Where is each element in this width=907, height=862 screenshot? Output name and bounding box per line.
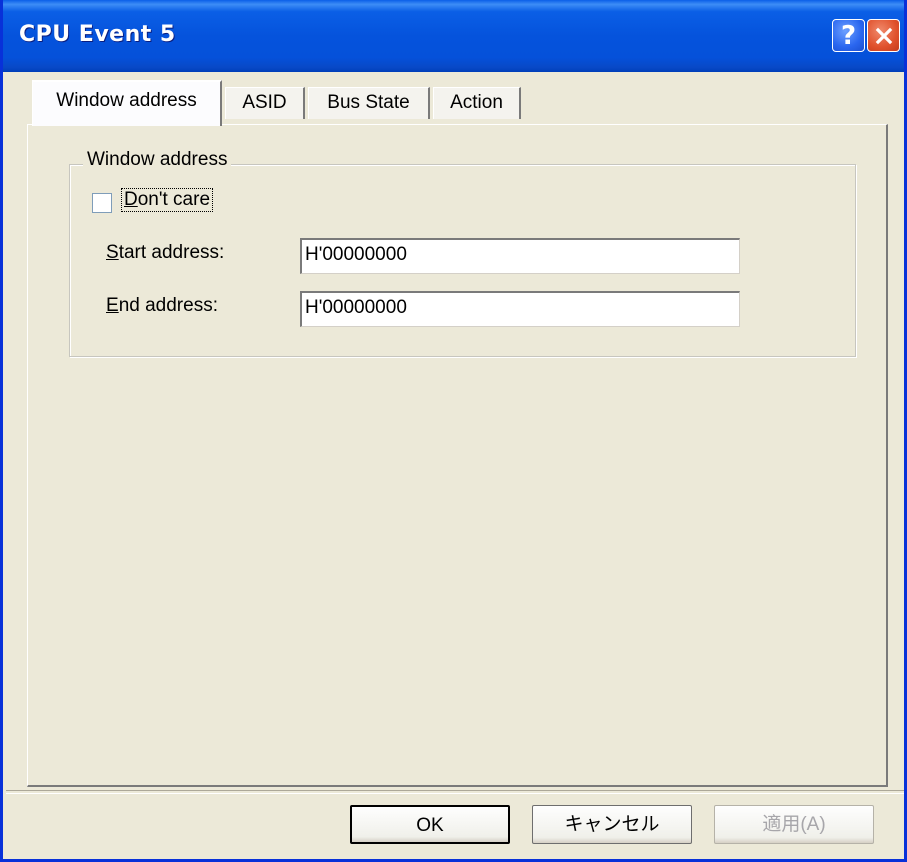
start-address-input[interactable]: H'00000000: [300, 238, 740, 274]
cancel-button[interactable]: キャンセル: [532, 805, 692, 844]
start-address-mnemonic: S: [106, 242, 119, 263]
dont-care-label-rest: on't care: [137, 189, 211, 210]
end-address-mnemonic: E: [106, 295, 119, 316]
tab-label: ASID: [242, 92, 287, 113]
close-icon: [875, 27, 892, 44]
tab-action[interactable]: Action: [433, 87, 521, 119]
dont-care-checkbox[interactable]: [92, 193, 112, 213]
dont-care-label[interactable]: Don't care: [120, 188, 214, 212]
title-bar[interactable]: CPU Event 5 ?: [3, 0, 904, 72]
end-address-input[interactable]: H'00000000: [300, 291, 740, 327]
tab-asid[interactable]: ASID: [225, 87, 305, 119]
start-address-label: Start address:: [106, 242, 224, 264]
help-button[interactable]: ?: [832, 19, 865, 52]
tab-bus-state[interactable]: Bus State: [308, 87, 430, 119]
help-icon: ?: [840, 20, 857, 51]
dont-care-label-mnemonic: D: [124, 189, 138, 210]
group-title: Window address: [83, 149, 232, 171]
ok-button[interactable]: OK: [350, 805, 510, 844]
footer-separator: [6, 790, 904, 794]
close-button[interactable]: [867, 19, 900, 52]
end-address-label: End address:: [106, 295, 218, 317]
end-address-label-rest: nd address:: [118, 295, 218, 316]
tab-label: Action: [450, 92, 503, 113]
start-address-label-rest: tart address:: [118, 242, 225, 263]
tab-window-address[interactable]: Window address: [32, 80, 222, 126]
apply-button[interactable]: 適用(A): [714, 805, 874, 844]
tab-label: Window address: [56, 90, 197, 111]
dialog-window: CPU Event 5 ? Window address ASID Bus St…: [0, 0, 907, 862]
tab-label: Bus State: [327, 92, 410, 113]
window-title: CPU Event 5: [19, 22, 176, 47]
